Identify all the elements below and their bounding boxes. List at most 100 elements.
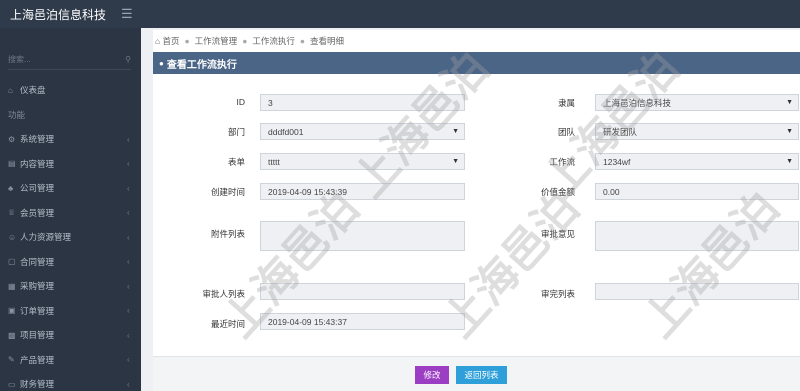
top-bar: 上海邑泊信息科技 ☰ bbox=[0, 0, 800, 28]
panel-header: ● 查看工作流执行 bbox=[153, 52, 800, 74]
approvers-label: 审批人列表 bbox=[202, 289, 245, 299]
sidebar-item[interactable]: ▤ 内容管理 ‹ bbox=[0, 152, 141, 177]
team-value: 研发团队 bbox=[603, 126, 638, 137]
team-label: 团队 bbox=[557, 127, 575, 137]
chevron-down-icon: ▼ bbox=[786, 99, 793, 106]
sidebar-item-label: 合同管理 bbox=[20, 256, 55, 267]
chevron-down-icon: ▼ bbox=[452, 158, 459, 165]
id-field[interactable]: 3 bbox=[260, 94, 465, 111]
chevron-left-icon: ‹ bbox=[127, 159, 130, 169]
breadcrumb-workflow-mgmt[interactable]: 工作流管理 bbox=[195, 35, 238, 47]
sidebar-item[interactable]: ▣ 订单管理 ‹ bbox=[0, 299, 141, 324]
cart-icon: ▦ bbox=[8, 281, 16, 291]
chevron-down-icon: ▼ bbox=[786, 128, 793, 135]
sidebar-item[interactable]: ▢ 合同管理 ‹ bbox=[0, 250, 141, 275]
sidebar-item[interactable]: ☺ 人力资源管理 ‹ bbox=[0, 225, 141, 250]
list-icon: ▤ bbox=[8, 159, 16, 169]
breadcrumb: ⌂ 首页 ● 工作流管理 ● 工作流执行 ● 查看明细 bbox=[153, 30, 800, 52]
form-label: 表单 bbox=[227, 157, 245, 167]
opinion-field[interactable] bbox=[595, 221, 799, 251]
chevron-down-icon: ▼ bbox=[786, 158, 793, 165]
detail-panel: ⌂ 首页 ● 工作流管理 ● 工作流执行 ● 查看明细 ● 查看工作流执行 ID… bbox=[153, 30, 800, 391]
sidebar-item[interactable]: ▩ 项目管理 ‹ bbox=[0, 323, 141, 348]
done-list-field[interactable] bbox=[595, 283, 799, 300]
trophy-icon: ♕ bbox=[8, 208, 16, 218]
home-icon: ⌂ bbox=[8, 85, 13, 95]
created-time-value: 2019-04-09 15:43:39 bbox=[268, 186, 347, 197]
sidebar-item-label: 会员管理 bbox=[20, 207, 55, 218]
breadcrumb-separator: ● bbox=[242, 36, 248, 46]
dept-select[interactable]: dddfd001 ▼ bbox=[260, 123, 465, 140]
sidebar-item-label: 仪表盘 bbox=[20, 85, 46, 96]
file-icon: ▢ bbox=[8, 257, 16, 267]
amount-value: 0.00 bbox=[603, 186, 620, 197]
created-time-field[interactable]: 2019-04-09 15:43:39 bbox=[260, 183, 465, 200]
owner-value: 上海邑泊信息科技 bbox=[603, 97, 672, 108]
sidebar-item-label: 内容管理 bbox=[20, 158, 55, 169]
project-icon: ▩ bbox=[8, 330, 16, 340]
amount-field[interactable]: 0.00 bbox=[595, 183, 799, 200]
menu-toggle-icon[interactable]: ☰ bbox=[121, 6, 133, 22]
chevron-left-icon: ‹ bbox=[127, 281, 130, 291]
attachments-field[interactable] bbox=[260, 221, 465, 251]
sidebar-item: 功能 bbox=[0, 103, 141, 128]
chevron-left-icon: ‹ bbox=[127, 379, 130, 389]
sidebar-item[interactable]: ⌂ 仪表盘 bbox=[0, 78, 141, 103]
sidebar-item-label: 系统管理 bbox=[20, 134, 55, 145]
id-label: ID bbox=[236, 97, 246, 107]
sidebar-item[interactable]: ▭ 财务管理 ‹ bbox=[0, 372, 141, 391]
dept-value: dddfd001 bbox=[268, 126, 304, 137]
sidebar-item[interactable]: ▦ 采购管理 ‹ bbox=[0, 274, 141, 299]
breadcrumb-separator: ● bbox=[299, 36, 305, 46]
updated-time-field[interactable]: 2019-04-09 15:43:37 bbox=[260, 313, 465, 330]
form-footer: 修改 返回列表 bbox=[153, 356, 800, 391]
form-value: ttttt bbox=[268, 156, 280, 167]
search-input[interactable]: 搜索... bbox=[8, 54, 31, 65]
chevron-left-icon: ‹ bbox=[127, 257, 130, 267]
sidebar-item-label: 财务管理 bbox=[20, 379, 55, 390]
sidebar-item[interactable]: ⚙ 系统管理 ‹ bbox=[0, 127, 141, 152]
brand-title: 上海邑泊信息科技 bbox=[10, 7, 107, 22]
done-list-label: 审完列表 bbox=[540, 289, 575, 299]
sidebar-item[interactable]: ♕ 会员管理 ‹ bbox=[0, 201, 141, 226]
opinion-label: 审批意见 bbox=[540, 229, 575, 239]
approvers-field[interactable] bbox=[260, 283, 465, 300]
chevron-left-icon: ‹ bbox=[127, 208, 130, 218]
sidebar: 搜索... ⚲ ⌂ 仪表盘 功能 ⚙ 系统管理 ‹ ▤ 内容管理 ‹ ♣ 公司管理 ‹ ♕ 会员管理 ‹ ☺ 人… bbox=[0, 28, 141, 391]
team-select[interactable]: 研发团队 ▼ bbox=[595, 123, 799, 140]
sidebar-item[interactable]: ♣ 公司管理 ‹ bbox=[0, 176, 141, 201]
updated-time-label: 最近时间 bbox=[210, 319, 245, 329]
search-icon[interactable]: ⚲ bbox=[125, 55, 131, 64]
id-value: 3 bbox=[268, 97, 273, 108]
workflow-select[interactable]: 1234wf ▼ bbox=[595, 153, 799, 170]
page-title: 查看工作流执行 bbox=[166, 59, 237, 71]
home-icon[interactable]: ⌂ bbox=[155, 36, 160, 46]
sidebar-item-label: 采购管理 bbox=[20, 281, 55, 292]
sidebar-search[interactable]: 搜索... ⚲ bbox=[8, 50, 131, 70]
info-icon: ● bbox=[159, 58, 164, 68]
back-to-list-button[interactable]: 返回列表 bbox=[456, 366, 507, 384]
chevron-left-icon: ‹ bbox=[127, 355, 130, 365]
sidebar-item-label: 产品管理 bbox=[20, 354, 55, 365]
breadcrumb-workflow-exec[interactable]: 工作流执行 bbox=[252, 35, 295, 47]
owner-label: 隶属 bbox=[557, 98, 575, 108]
sidebar-item-label: 人力资源管理 bbox=[20, 232, 72, 243]
owner-select[interactable]: 上海邑泊信息科技 ▼ bbox=[595, 94, 799, 111]
sidebar-item-label: 项目管理 bbox=[20, 330, 55, 341]
attachments-label: 附件列表 bbox=[210, 229, 245, 239]
sidebar-item-label: 公司管理 bbox=[20, 183, 55, 194]
sidebar-item[interactable]: ✎ 产品管理 ‹ bbox=[0, 348, 141, 373]
breadcrumb-home[interactable]: 首页 bbox=[163, 35, 180, 47]
created-time-label: 创建时间 bbox=[210, 187, 245, 197]
edit-icon: ✎ bbox=[8, 355, 15, 365]
sitemap-icon: ♣ bbox=[8, 183, 14, 193]
chevron-left-icon: ‹ bbox=[127, 330, 130, 340]
money-icon: ▭ bbox=[8, 379, 16, 389]
edit-button[interactable]: 修改 bbox=[415, 366, 449, 384]
chevron-left-icon: ‹ bbox=[127, 134, 130, 144]
chevron-left-icon: ‹ bbox=[127, 232, 130, 242]
sidebar-item-label: 功能 bbox=[8, 109, 26, 120]
chevron-down-icon: ▼ bbox=[452, 128, 459, 135]
form-select[interactable]: ttttt ▼ bbox=[260, 153, 465, 170]
chevron-left-icon: ‹ bbox=[127, 183, 130, 193]
